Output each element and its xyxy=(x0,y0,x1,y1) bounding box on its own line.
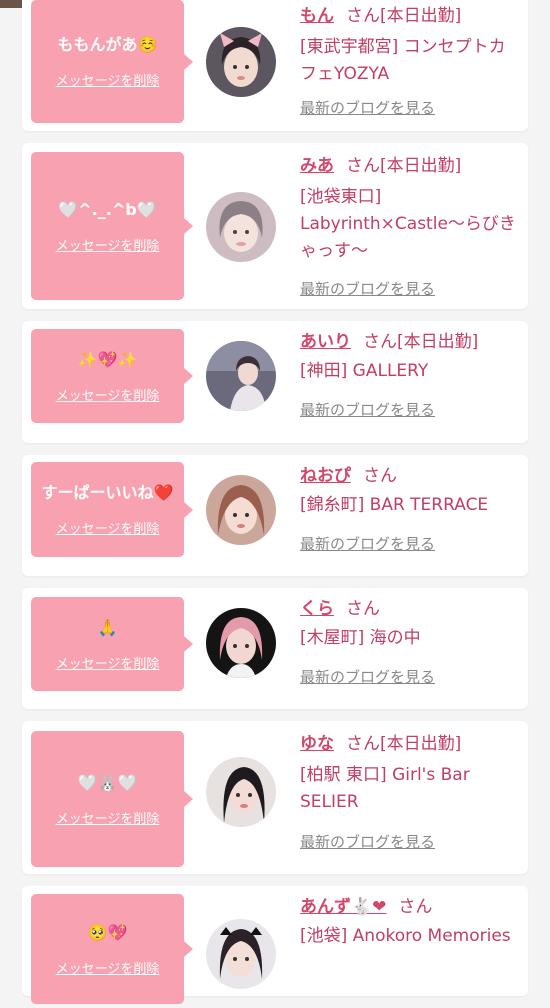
cast-name-link[interactable]: もん xyxy=(300,6,334,26)
message-text: 🤍🐰🤍 xyxy=(77,772,138,792)
message-text: 🙏 xyxy=(97,617,118,637)
shop-name: [池袋] Anokoro Memories xyxy=(300,926,511,946)
delete-message-link[interactable]: メッセージを削除 xyxy=(56,958,160,977)
cast-name-link[interactable]: ねおぴ xyxy=(300,466,351,486)
latest-blog-link[interactable]: 最新のブログを見る xyxy=(300,666,435,687)
shop-name: [神田] GALLERY xyxy=(300,361,429,381)
message-card: 🤍^._.^b🤍 メッセージを削除 みあ さん[本日出勤] [池袋東口] Laby… xyxy=(22,143,528,309)
honorific: さん xyxy=(363,332,397,352)
attendance-tag: [本日出勤] xyxy=(380,734,462,754)
message-card: 🙏 メッセージを削除 くら さん [木屋町] 海の中 最新のブログを見る xyxy=(22,588,528,709)
avatar[interactable] xyxy=(206,919,276,989)
shop-name: [東武宇都宮] コンセプトカフェYOZYA xyxy=(300,37,506,84)
avatar[interactable] xyxy=(206,192,276,262)
avatar[interactable] xyxy=(206,475,276,545)
avatar[interactable] xyxy=(206,757,276,827)
message-text: ✨💖✨ xyxy=(77,349,138,369)
latest-blog-link[interactable]: 最新のブログを見る xyxy=(300,278,435,299)
message-bubble: 🥺💖 メッセージを削除 xyxy=(31,894,193,1004)
shop-name: [柏駅 東口] Girl's Bar SELIER xyxy=(300,765,470,812)
message-bubble: 🤍^._.^b🤍 メッセージを削除 xyxy=(31,152,193,300)
message-bubble: ✨💖✨ メッセージを削除 xyxy=(31,329,193,423)
cast-name-link[interactable]: あんず🐇❤ xyxy=(300,897,386,917)
honorific: さん xyxy=(398,897,433,917)
avatar[interactable] xyxy=(206,608,276,678)
message-text: すーぱーいいね❤️ xyxy=(41,483,174,502)
honorific: さん xyxy=(346,599,380,619)
latest-blog-link[interactable]: 最新のブログを見る xyxy=(300,533,435,554)
message-card: ✨💖✨ メッセージを削除 あいり さん[本日出勤] [神田] GALLERY 最新… xyxy=(22,321,528,443)
honorific: さん xyxy=(346,6,380,26)
avatar[interactable] xyxy=(206,27,276,97)
message-card: 🤍🐰🤍 メッセージを削除 ゆな さん[本日出勤] [柏駅 東口] Girl's B… xyxy=(22,721,528,874)
cast-name-link[interactable]: あいり xyxy=(300,332,351,352)
message-card: 🥺💖 メッセージを削除 あんず🐇❤ さん [池袋] Anokoro Memorie… xyxy=(22,886,528,1004)
message-bubble: 🤍🐰🤍 メッセージを削除 xyxy=(31,731,193,867)
message-bubble: 🙏 メッセージを削除 xyxy=(31,597,193,691)
shop-name: [池袋東口] Labyrinth×Castle〜らびきゃっす〜 xyxy=(300,187,516,261)
honorific: さん xyxy=(346,734,380,754)
attendance-tag: [本日出勤] xyxy=(397,332,479,352)
cast-name-link[interactable]: くら xyxy=(300,599,334,619)
cast-name-link[interactable]: ゆな xyxy=(300,734,334,754)
delete-message-link[interactable]: メッセージを削除 xyxy=(56,385,160,404)
latest-blog-link[interactable]: 最新のブログを見る xyxy=(300,831,435,852)
latest-blog-link[interactable]: 最新のブログを見る xyxy=(300,399,435,420)
delete-message-link[interactable]: メッセージを削除 xyxy=(56,808,160,827)
avatar[interactable] xyxy=(206,341,276,411)
message-card: ももんがあ☺️ メッセージを削除 もん さん[本日出勤] [東武宇都宮] コンセプ… xyxy=(22,0,528,131)
honorific: さん xyxy=(363,466,397,486)
delete-message-link[interactable]: メッセージを削除 xyxy=(56,70,160,89)
attendance-tag: [本日出勤] xyxy=(380,156,462,176)
delete-message-link[interactable]: メッセージを削除 xyxy=(56,235,160,254)
message-card: すーぱーいいね❤️ メッセージを削除 ねおぴ さん [錦糸町] BAR TERRA… xyxy=(22,455,528,576)
honorific: さん xyxy=(346,156,380,176)
message-bubble: すーぱーいいね❤️ メッセージを削除 xyxy=(31,462,193,557)
cast-name-link[interactable]: みあ xyxy=(300,156,334,176)
delete-message-link[interactable]: メッセージを削除 xyxy=(56,653,160,672)
attendance-tag: [本日出勤] xyxy=(380,6,462,26)
message-text: ももんがあ☺️ xyxy=(57,35,158,54)
message-list: ももんがあ☺️ メッセージを削除 もん さん[本日出勤] [東武宇都宮] コンセプ… xyxy=(22,0,528,1008)
delete-message-link[interactable]: メッセージを削除 xyxy=(56,518,160,537)
message-text: 🤍^._.^b🤍 xyxy=(58,199,157,219)
message-text: 🥺💖 xyxy=(87,922,128,942)
shop-name: [錦糸町] BAR TERRACE xyxy=(300,495,489,515)
message-bubble: ももんがあ☺️ メッセージを削除 xyxy=(31,0,193,123)
shop-name: [木屋町] 海の中 xyxy=(300,628,421,648)
latest-blog-link[interactable]: 最新のブログを見る xyxy=(300,97,435,118)
